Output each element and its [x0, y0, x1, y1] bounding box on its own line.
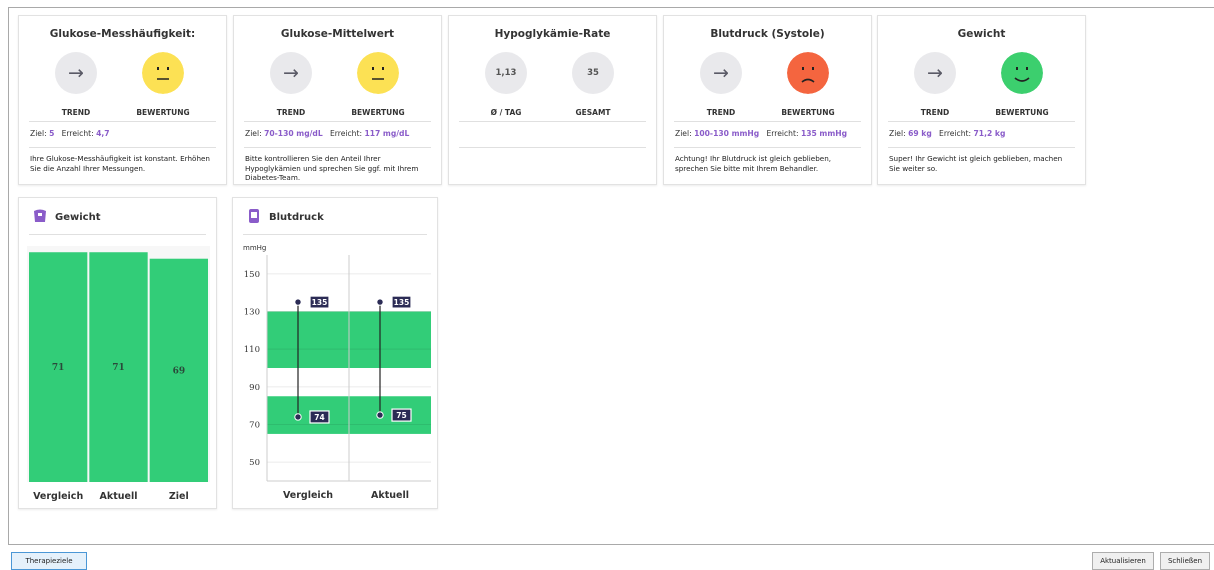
y-tick-label: 110: [244, 345, 260, 355]
kpi-right-label: BEWERTUNG: [781, 108, 835, 117]
daily-rate-value: 1,13: [485, 52, 527, 94]
kpi-right-label: BEWERTUNG: [995, 108, 1049, 117]
category-label: Vergleich: [33, 491, 83, 502]
category-label: Aktuell: [100, 491, 138, 502]
kpi-right-label: GESAMT: [575, 108, 611, 117]
achieved-value: 135 mmHg: [800, 129, 848, 138]
goal-line: Ziel: 70-130 mg/dL Erreicht: 117 mg/dL: [245, 129, 410, 138]
achieved-value: 117 mg/dL: [364, 129, 410, 138]
goal-value: 70-130 mg/dL: [264, 129, 323, 138]
goal-line: Ziel: 5 Erreicht: 4,7: [30, 129, 110, 138]
bp-chart-card: Blutdruck mmHg 50 70 90 110 130 150 135 74 Vergle…: [232, 197, 438, 509]
diastole-point: [294, 413, 302, 421]
systole-point: [376, 298, 384, 306]
goal-value: 69 kg: [908, 129, 932, 138]
kpi-card: Glukose-Messhäufigkeit: → TREND BEWERTUNG Zi…: [18, 15, 227, 185]
trend-indicator: →: [914, 52, 956, 94]
trend-indicator: →: [55, 52, 97, 94]
diastole-point: [376, 411, 384, 419]
kpi-card: Blutdruck (Systole) → TREND BEWERTUNG Ziel: …: [663, 15, 872, 185]
arrow-right-icon: →: [283, 61, 299, 84]
kpi-left-label: TREND: [276, 108, 306, 117]
happy-face-icon: [1001, 52, 1043, 94]
systole-point: [294, 298, 302, 306]
kpi-left-label: Ø / TAG: [490, 108, 522, 117]
therapy-goals-button[interactable]: Therapieziele: [11, 552, 87, 570]
arrow-right-icon: →: [927, 61, 943, 84]
goal-value: 100-130 mmHg: [694, 129, 760, 138]
kpi-left-label: TREND: [61, 108, 91, 117]
category-label: Vergleich: [283, 490, 333, 501]
kpi-title: Hypoglykämie-Rate: [494, 28, 611, 40]
value-badge-label: 74: [314, 413, 324, 422]
value-badge-label: 135: [312, 298, 328, 307]
sad-face-icon: [787, 52, 829, 94]
kpi-right-label: BEWERTUNG: [136, 108, 190, 117]
kpi-card: Glukose-Mittelwert → TREND BEWERTUNG Ziel: 7…: [233, 15, 442, 185]
trend-indicator: →: [700, 52, 742, 94]
value-badge-label: 135: [394, 298, 410, 307]
neutral-face-icon: [357, 52, 399, 94]
y-tick-label: 150: [244, 270, 260, 280]
close-button[interactable]: Schließen: [1160, 552, 1210, 570]
kpi-message: Super! Ihr Gewicht ist gleich geblieben,…: [889, 154, 1063, 173]
kpi-message: Achtung! Ihr Blutdruck ist gleich geblie…: [675, 154, 832, 173]
kpi-title: Glukose-Mittelwert: [280, 28, 395, 40]
value-badge-label: 75: [396, 411, 406, 420]
weight-chart-card: Gewicht 71 Vergleich 71 Aktuell 69 Ziel: [18, 197, 217, 509]
arrow-right-icon: →: [68, 61, 84, 84]
kpi-message: Ihre Glukose-Messhäufigkeit ist konstant…: [30, 154, 210, 173]
goal-line: Ziel: 69 kg Erreicht: 71,2 kg: [889, 129, 1006, 138]
kpi-card: Gewicht → TREND BEWERTUNG Ziel: 69 kg Erreic…: [877, 15, 1086, 185]
bar-value-label: 71: [112, 363, 125, 373]
y-axis-label: mmHg: [243, 244, 266, 252]
category-label: Ziel: [169, 491, 189, 502]
neutral-face-icon: [142, 52, 184, 94]
kpi-title: Glukose-Messhäufigkeit:: [49, 28, 196, 40]
kpi-title: Blutdruck (Systole): [710, 28, 825, 40]
y-tick-label: 90: [249, 383, 260, 393]
category-label: Aktuell: [371, 490, 409, 501]
weight-bar-chart: 71 Vergleich 71 Aktuell 69 Ziel: [27, 246, 210, 502]
total-count-value: 35: [572, 52, 614, 94]
y-tick-label: 70: [249, 421, 260, 431]
kpi-left-label: TREND: [706, 108, 736, 117]
goal-value: 5: [49, 129, 55, 138]
achieved-value: 4,7: [96, 129, 110, 138]
refresh-button[interactable]: Aktualisieren: [1092, 552, 1154, 570]
trend-indicator: →: [270, 52, 312, 94]
kpi-title: Gewicht: [957, 28, 1006, 40]
y-tick-label: 130: [244, 308, 260, 318]
y-tick-label: 50: [249, 458, 260, 468]
arrow-right-icon: →: [713, 61, 729, 84]
kpi-message: Bitte kontrollieren Sie den Anteil Ihrer…: [245, 154, 419, 182]
bp-range-chart: mmHg 50 70 90 110 130 150 135 74 Vergleich 135 75 Ak…: [243, 244, 431, 501]
bar-value-label: 69: [173, 366, 186, 376]
kpi-left-label: TREND: [920, 108, 950, 117]
achieved-value: 71,2 kg: [973, 129, 1006, 138]
bar-value-label: 71: [52, 363, 65, 373]
goal-line: Ziel: 100-130 mmHg Erreicht: 135 mmHg: [675, 129, 848, 138]
kpi-card: Hypoglykämie-Rate 1,13 35 Ø / TAG GESAMT: [448, 15, 657, 185]
kpi-right-label: BEWERTUNG: [351, 108, 405, 117]
